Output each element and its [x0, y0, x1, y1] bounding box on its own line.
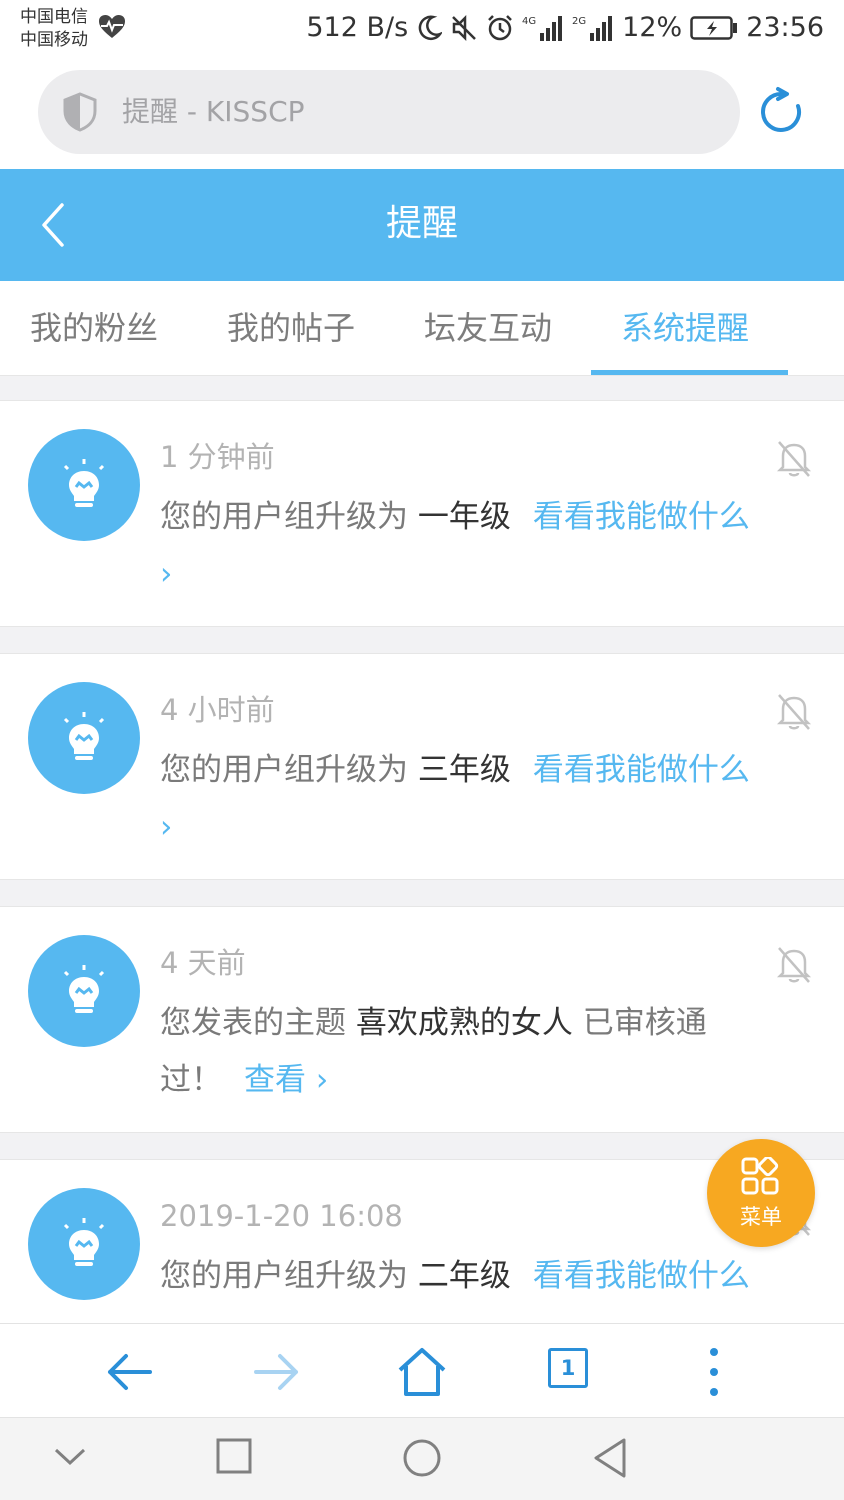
lightbulb-icon: [63, 459, 105, 507]
app-header: 提醒: [0, 169, 844, 281]
bell-off-icon[interactable]: [776, 945, 812, 985]
battery-percent: 12%: [622, 12, 683, 43]
message-highlight: 三年级: [417, 752, 511, 788]
tab-my-posts[interactable]: 我的帖子: [227, 305, 355, 351]
signal-2g-label: 2G: [572, 16, 586, 27]
message-text: 您的用户组升级为: [160, 1258, 418, 1294]
mute-icon: [452, 14, 477, 41]
clock: 23:56: [746, 12, 824, 43]
carrier-info: 中国电信 中国移动: [20, 6, 88, 52]
arrow-left-icon[interactable]: [102, 1344, 158, 1400]
screen: 中国电信 中国移动 512 B/s 4G 2G 12% 23:56 提醒 - K…: [0, 0, 844, 1500]
notification-avatar: [28, 682, 140, 794]
more-vertical-icon[interactable]: [686, 1344, 742, 1400]
lightbulb-icon: [63, 965, 105, 1013]
arrow-right-icon[interactable]: [248, 1344, 304, 1400]
active-tab-indicator: [591, 370, 788, 375]
health-heart-icon: [99, 15, 125, 38]
status-indicators: 512 B/s 4G 2G 12% 23:56: [306, 12, 824, 43]
page-title: 提醒: [385, 203, 458, 244]
tab-forum-interaction[interactable]: 坛友互动: [424, 305, 552, 351]
lightbulb-icon: [63, 1218, 105, 1266]
notification-item[interactable]: 1 分钟前 您的用户组升级为 一年级 看看我能做什么 ›: [0, 400, 844, 627]
tab-bar: 我的粉丝 我的帖子 坛友互动 系统提醒: [0, 281, 844, 376]
message-link[interactable]: 查看 ›: [244, 1062, 328, 1098]
status-bar: 中国电信 中国移动 512 B/s 4G 2G 12% 23:56: [0, 0, 844, 60]
nav-square-icon[interactable]: [214, 1436, 254, 1476]
message-text: 您的用户组升级为: [160, 752, 418, 788]
notification-message: 您的用户组升级为 一年级 看看我能做什么 ›: [160, 489, 760, 603]
browser-toolbar: 1: [0, 1323, 844, 1417]
browser-address-bar: 提醒 - KISSCP: [0, 60, 844, 169]
message-highlight: 一年级: [417, 499, 511, 535]
tab-system-reminders[interactable]: 系统提醒: [621, 305, 749, 351]
grid-menu-icon: [741, 1157, 779, 1195]
notification-time: 1 分钟前: [160, 440, 275, 474]
message-highlight: 二年级: [417, 1258, 511, 1294]
system-nav-bar: [0, 1417, 844, 1500]
notification-avatar: [28, 1188, 140, 1300]
battery-charging-icon: [690, 15, 738, 40]
nav-triangle-icon[interactable]: [590, 1436, 630, 1480]
nav-down-icon[interactable]: [52, 1436, 88, 1476]
reload-icon[interactable]: [756, 86, 808, 138]
notification-time: 2019-1-20 16:08: [160, 1199, 403, 1233]
signal-4g-icon: 4G: [522, 15, 563, 41]
signal-2g-icon: 2G: [572, 15, 613, 41]
address-field[interactable]: 提醒 - KISSCP: [38, 70, 740, 154]
shield-icon: [63, 92, 97, 132]
carrier-2: 中国移动: [20, 30, 88, 50]
alarm-icon: [488, 14, 513, 40]
message-text: 您发表的主题: [160, 1005, 356, 1041]
notification-avatar: [28, 935, 140, 1047]
notification-message: 您发表的主题 喜欢成熟的女人 已审核通过！ 查看 ›: [160, 995, 760, 1109]
address-text: 提醒 - KISSCP: [122, 95, 305, 128]
notification-message: 您的用户组升级为 三年级 看看我能做什么 ›: [160, 742, 760, 856]
moon-icon: [418, 15, 443, 40]
notification-time: 4 小时前: [160, 693, 275, 727]
notification-item[interactable]: 4 小时前 您的用户组升级为 三年级 看看我能做什么 ›: [0, 653, 844, 880]
floating-menu-label: 菜单: [740, 1205, 782, 1229]
bell-off-icon[interactable]: [776, 692, 812, 732]
network-speed: 512 B/s: [306, 12, 409, 43]
notification-item[interactable]: 4 天前 您发表的主题 喜欢成熟的女人 已审核通过！ 查看 ›: [0, 906, 844, 1133]
message-text: 您的用户组升级为: [160, 499, 418, 535]
bell-off-icon[interactable]: [776, 439, 812, 479]
notification-avatar: [28, 429, 140, 541]
lightbulb-icon: [63, 712, 105, 760]
floating-menu-button[interactable]: 菜单: [707, 1139, 815, 1247]
home-icon[interactable]: [394, 1344, 450, 1400]
tab-count-button[interactable]: 1: [548, 1348, 588, 1388]
carrier-1: 中国电信: [20, 7, 88, 27]
nav-circle-icon[interactable]: [400, 1436, 444, 1480]
tab-my-fans[interactable]: 我的粉丝: [30, 305, 158, 351]
signal-4g-label: 4G: [522, 16, 536, 27]
message-highlight: 喜欢成熟的女人: [355, 1005, 573, 1041]
notification-time: 4 天前: [160, 946, 246, 980]
